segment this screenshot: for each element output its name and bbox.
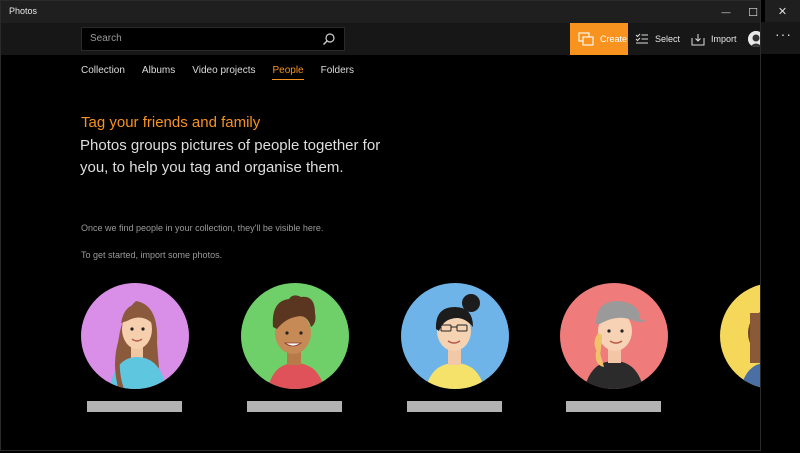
create-icon bbox=[578, 32, 594, 46]
create-label: Create bbox=[600, 34, 628, 44]
person-name-placeholder bbox=[87, 401, 182, 412]
person-curly-hair-icon bbox=[241, 283, 349, 389]
horizontal-scroll-edge[interactable] bbox=[760, 273, 761, 383]
select-button[interactable]: Select bbox=[635, 23, 680, 55]
import-button[interactable]: Import bbox=[691, 23, 737, 55]
person-placeholder bbox=[720, 283, 760, 389]
search-icon[interactable] bbox=[322, 32, 336, 46]
person-placeholder bbox=[560, 283, 668, 412]
person-placeholder bbox=[241, 283, 349, 412]
tab-people[interactable]: People bbox=[272, 65, 304, 81]
people-info-text: Once we find people in your collection, … bbox=[81, 223, 324, 233]
search-input[interactable]: Search bbox=[81, 27, 345, 51]
create-button[interactable]: Create bbox=[570, 23, 628, 55]
photos-window: Photos — ☐ Search Create Select Import C… bbox=[0, 0, 761, 451]
person-placeholder bbox=[81, 283, 189, 412]
maximize-button[interactable]: ☐ bbox=[738, 1, 760, 23]
search-placeholder: Search bbox=[90, 33, 122, 44]
tab-folders[interactable]: Folders bbox=[321, 65, 354, 81]
person-long-hair-icon bbox=[81, 283, 189, 389]
more-options-icon[interactable]: ··· bbox=[775, 26, 792, 42]
person-name-placeholder bbox=[247, 401, 342, 412]
close-icon: ✕ bbox=[777, 5, 788, 18]
maximize-icon: ☐ bbox=[748, 6, 758, 19]
app-title: Photos bbox=[9, 6, 38, 16]
person-partial-icon bbox=[720, 283, 760, 389]
user-avatar-icon bbox=[748, 31, 760, 47]
person-name-placeholder bbox=[407, 401, 502, 412]
person-placeholder bbox=[401, 283, 509, 412]
desktop-background bbox=[761, 0, 800, 453]
people-headline: Tag your friends and family bbox=[81, 114, 261, 131]
import-prompt-text: To get started, import some photos. bbox=[81, 250, 223, 260]
select-icon bbox=[635, 33, 648, 44]
command-bar: Search Create Select Import bbox=[1, 23, 760, 55]
person-cap-icon bbox=[560, 283, 668, 389]
minimize-icon: — bbox=[721, 7, 731, 17]
close-button[interactable]: ✕ bbox=[765, 0, 800, 22]
import-label: Import bbox=[711, 34, 737, 44]
person-name-placeholder bbox=[566, 401, 661, 412]
person-bun-hair-icon bbox=[401, 283, 509, 389]
tab-collection[interactable]: Collection bbox=[81, 65, 125, 81]
people-description: Photos groups pictures of people togethe… bbox=[80, 137, 381, 176]
section-tabs: Collection Albums Video projects People … bbox=[81, 65, 371, 81]
tab-albums[interactable]: Albums bbox=[142, 65, 175, 81]
account-avatar[interactable] bbox=[748, 31, 760, 47]
import-icon bbox=[691, 33, 705, 45]
title-bar: Photos — ☐ bbox=[1, 1, 760, 23]
command-bar-overflow: ··· bbox=[761, 22, 800, 54]
select-label: Select bbox=[655, 34, 681, 44]
tab-video-projects[interactable]: Video projects bbox=[192, 65, 255, 81]
